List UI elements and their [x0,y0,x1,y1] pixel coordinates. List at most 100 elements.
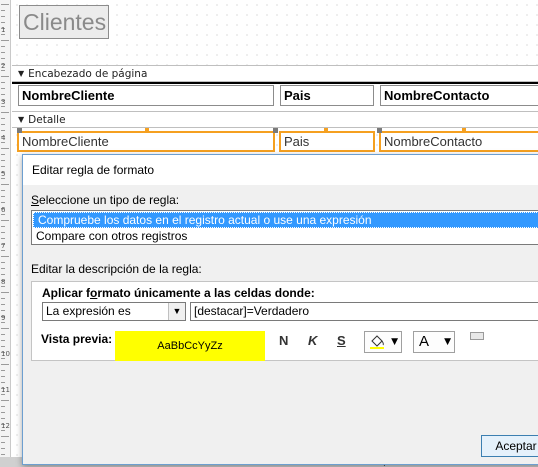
ruler-tick [1,430,5,431]
ruler-tick [1,382,5,383]
ruler-number: 5 [1,170,6,178]
ruler-tick [1,346,5,347]
ruler-tick [1,400,9,401]
ruler-number: 10 [1,350,10,358]
ruler-tick [1,238,5,239]
chevron-down-icon[interactable]: ▼ [168,303,185,320]
rule-description-panel: Aplicar formato únicamente a las celdas … [31,281,538,361]
ruler-tick [1,4,9,5]
ruler-tick [1,394,5,395]
header-field-nombrecontacto[interactable]: NombreContacto [380,85,538,106]
dialog-title: Editar regla de formato [32,163,155,177]
ruler-tick [1,70,5,71]
chevron-down-icon: ▼ [444,337,451,347]
resize-handle[interactable] [462,128,466,132]
resize-handle[interactable] [145,128,149,132]
detail-section-label: Detalle [28,113,66,126]
detail-field-nombrecontacto[interactable]: NombreContacto [379,131,538,152]
ruler-tick [1,340,5,341]
ruler-tick [1,76,9,77]
move-handle[interactable] [17,128,22,133]
ruler-tick [1,82,5,83]
italic-button[interactable]: K [308,333,317,348]
ruler-tick [1,10,5,11]
ruler-tick [1,250,5,251]
rule-type-list[interactable]: Compruebe los datos en el registro actua… [31,210,538,245]
enable-toggle-icon[interactable] [470,332,484,340]
ruler-tick [1,166,5,167]
page-header-section-bar[interactable]: ▼ Encabezado de página [12,65,538,82]
accept-button[interactable]: Aceptar [481,435,538,457]
condition-dropdown[interactable]: La expresión es ▼ [42,302,186,321]
paint-bucket-icon [370,335,384,349]
rule-type-option-compare[interactable]: Compare con otros registros [32,228,538,244]
fill-color-dropdown[interactable]: ▼ [364,331,402,353]
move-handle[interactable] [377,128,382,133]
expression-input[interactable]: [destacar]=Verdadero [190,302,538,321]
detail-field-nombrecliente[interactable]: NombreCliente [17,131,275,152]
ruler-number: 1 [1,26,6,34]
apply-format-label: Aplicar formato únicamente a las celdas … [42,286,315,300]
ruler-tick [1,184,9,185]
bold-button[interactable]: N [279,333,288,348]
header-field-nombrecliente[interactable]: NombreCliente [18,85,274,106]
report-title-label[interactable]: Clientes [19,5,109,39]
ruler-tick [1,370,5,371]
apply-format-label-rest: rmato únicamente a las celdas donde: [97,286,315,300]
ruler-tick [1,232,5,233]
font-color-dropdown[interactable]: A ▼ [413,331,455,353]
vertical-ruler: 1 2 3 4 5 6 7 8 9 10 11 12 [0,0,11,467]
ruler-number: 2 [1,62,6,70]
ruler-number: 12 [1,422,10,430]
ruler-tick [1,328,9,329]
format-preview: AaBbCcYyZz [115,331,265,361]
ruler-tick [1,448,5,449]
ruler-tick [1,202,5,203]
detail-section-bar[interactable]: ▼ Detalle [12,111,538,128]
ruler-tick [1,94,5,95]
font-color-icon: A [419,333,430,350]
ruler-number: 7 [1,242,6,250]
ruler-tick [1,364,9,365]
ruler-tick [1,454,5,455]
ruler-tick [1,160,5,161]
detail-field-pais[interactable]: Pais [279,131,375,152]
ruler-number: 9 [1,314,6,322]
ruler-tick [1,412,5,413]
rule-type-label-accesskey: S [31,193,40,207]
report-title-text: Clientes [23,9,107,35]
dialog-titlebar[interactable]: Editar regla de formato [23,155,538,185]
ruler-tick [1,34,5,35]
ruler-tick [1,22,5,23]
rule-description-label: Editar la descripción de la regla: [31,262,202,276]
ruler-tick [1,268,5,269]
resize-handle[interactable] [324,128,328,132]
page-header-band: NombreCliente Pais NombreContacto [12,82,538,110]
ruler-tick [1,436,9,437]
header-field-pais[interactable]: Pais [280,85,374,106]
ruler-tick [1,322,5,323]
header-top-line [12,82,538,84]
ruler-tick [1,274,5,275]
ruler-tick [1,358,5,359]
ruler-tick [1,58,5,59]
move-handle[interactable] [273,128,278,133]
page-header-section-label: Encabezado de página [28,67,148,80]
underline-button[interactable]: S [337,333,346,348]
apply-format-label-start: Aplicar f [42,286,91,300]
section-collapse-icon: ▼ [18,69,25,78]
ruler-number: 8 [1,278,6,286]
rule-type-option-expression[interactable]: Compruebe los datos en el registro actua… [33,212,538,228]
section-collapse-icon: ▼ [18,115,25,124]
ruler-tick [1,142,5,143]
edit-format-rule-dialog: Editar regla de formato Seleccione un ti… [22,154,538,465]
ruler-tick [1,406,5,407]
ruler-tick [1,154,5,155]
ruler-tick [1,16,5,17]
ruler-number: 4 [1,134,6,142]
ruler-tick [1,298,5,299]
ruler-tick [1,292,9,293]
chevron-down-icon: ▼ [391,337,398,347]
ruler-tick [1,226,5,227]
ruler-tick [1,220,9,221]
